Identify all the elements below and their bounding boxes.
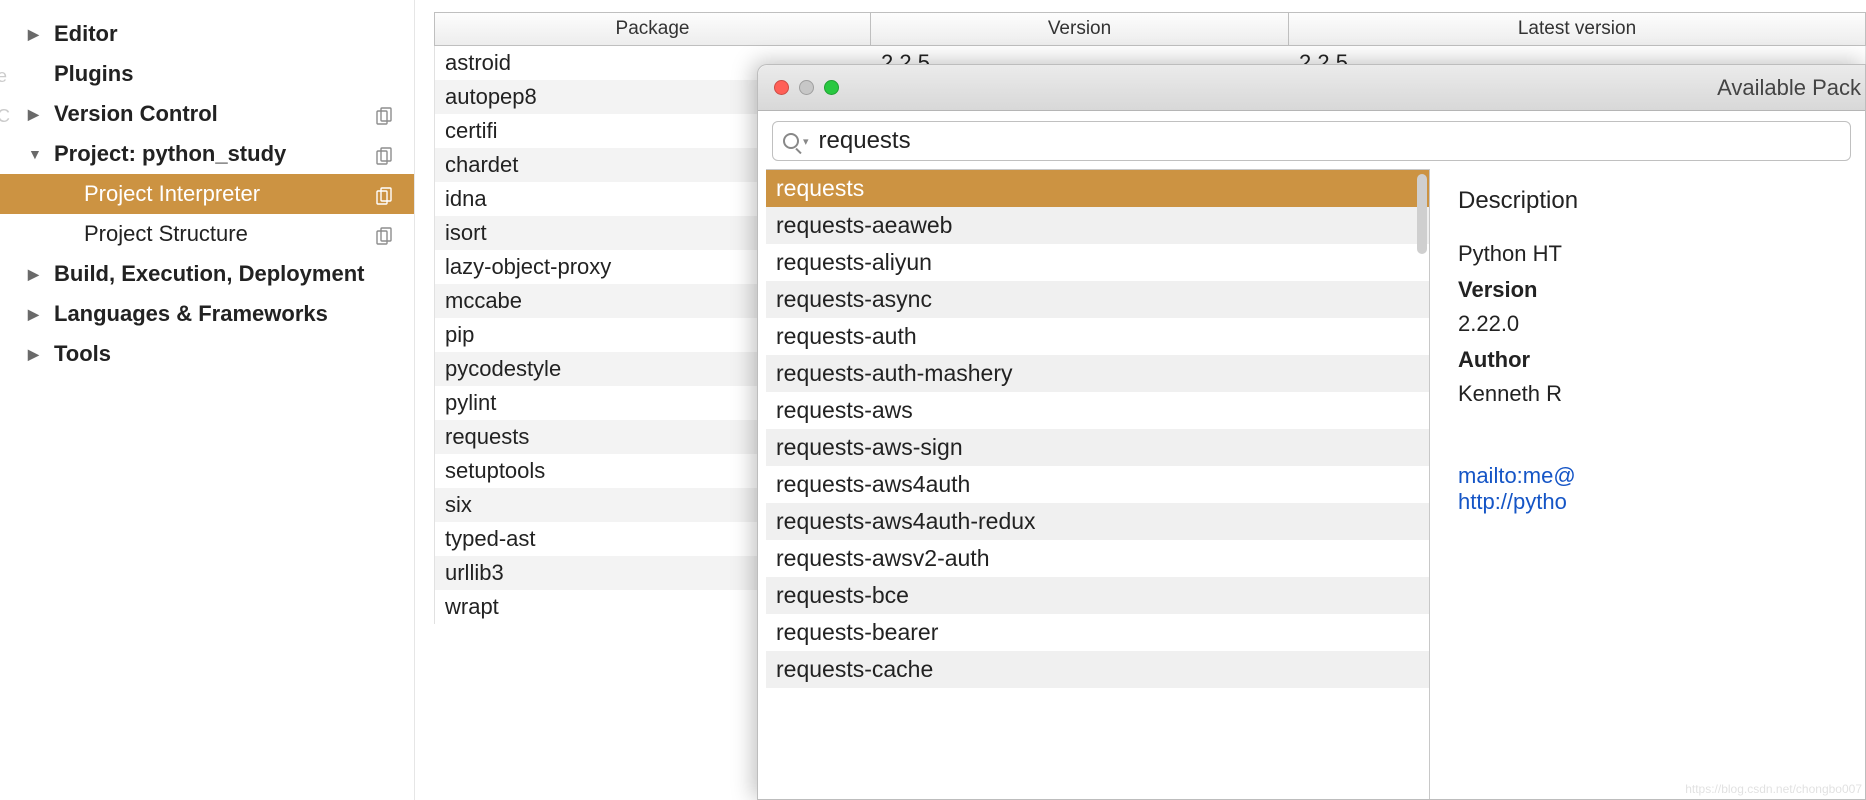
window-zoom-button[interactable] <box>824 80 839 95</box>
package-search-field[interactable]: ▾ <box>772 121 1851 161</box>
window-close-button[interactable] <box>774 80 789 95</box>
result-item[interactable]: requests-bce <box>766 577 1429 614</box>
col-package[interactable]: Package <box>435 13 871 45</box>
available-packages-window: Available Pack ▾ requestsrequests-aeaweb… <box>757 64 1866 800</box>
copy-profile-icon <box>376 145 392 163</box>
sidebar-item-label: Languages & Frameworks <box>54 301 328 327</box>
result-item[interactable]: requests-aws4auth-redux <box>766 503 1429 540</box>
table-header: Package Version Latest version <box>434 12 1866 46</box>
sidebar-item-plugins[interactable]: Plugins <box>0 54 414 94</box>
search-icon <box>783 133 799 149</box>
sidebar-item-editor[interactable]: ▶ Editor <box>0 14 414 54</box>
window-minimize-button[interactable] <box>799 80 814 95</box>
package-description: Python HT <box>1458 241 1865 267</box>
result-item[interactable]: requests <box>766 170 1429 207</box>
sidebar-item-label: Plugins <box>54 61 133 87</box>
window-titlebar[interactable]: Available Pack <box>758 65 1865 111</box>
result-item[interactable]: requests-aliyun <box>766 244 1429 281</box>
chevron-right-icon: ▶ <box>28 306 40 323</box>
chevron-right-icon: ▶ <box>28 266 40 283</box>
result-item[interactable]: requests-cache <box>766 651 1429 688</box>
search-options-dropdown-icon[interactable]: ▾ <box>803 135 809 148</box>
sidebar-item-tools[interactable]: ▶ Tools <box>0 334 414 374</box>
col-version[interactable]: Version <box>871 13 1289 45</box>
chevron-right-icon: ▶ <box>28 26 40 43</box>
description-heading: Description <box>1458 187 1865 215</box>
result-item[interactable]: requests-bearer <box>766 614 1429 651</box>
sidebar-item-label: Tools <box>54 341 111 367</box>
chevron-right-icon: ▶ <box>28 346 40 363</box>
package-version: 2.22.0 <box>1458 311 1865 337</box>
search-input[interactable] <box>819 127 1840 155</box>
window-title: Available Pack <box>1717 75 1861 101</box>
settings-tree: ▶ Editor Plugins ▶ Version Control ▼ Project: … <box>0 0 414 374</box>
result-item[interactable]: requests-auth <box>766 318 1429 355</box>
author-label: Author <box>1458 347 1865 373</box>
version-label: Version <box>1458 277 1865 303</box>
chevron-down-icon: ▼ <box>28 146 40 162</box>
result-item[interactable]: requests-aws4auth <box>766 466 1429 503</box>
sidebar-item-project-interpreter[interactable]: Project Interpreter <box>0 174 414 214</box>
sidebar-item-version-control[interactable]: ▶ Version Control <box>0 94 414 134</box>
copy-profile-icon <box>376 225 392 243</box>
result-item[interactable]: requests-auth-mashery <box>766 355 1429 392</box>
col-latest[interactable]: Latest version <box>1289 13 1865 45</box>
scrollbar[interactable] <box>1417 174 1427 254</box>
sidebar-item-label: Build, Execution, Deployment <box>54 261 364 287</box>
result-item[interactable]: requests-aws-sign <box>766 429 1429 466</box>
result-item[interactable]: requests-aeaweb <box>766 207 1429 244</box>
sidebar-item-project-structure[interactable]: Project Structure <box>0 214 414 254</box>
copy-profile-icon <box>376 105 392 123</box>
copy-profile-icon <box>376 185 392 203</box>
result-item[interactable]: requests-async <box>766 281 1429 318</box>
sidebar-item-languages-frameworks[interactable]: ▶ Languages & Frameworks <box>0 294 414 334</box>
sidebar-item-label: Project Interpreter <box>84 181 260 207</box>
chevron-right-icon: ▶ <box>28 106 40 123</box>
sidebar-item-label: Project: python_study <box>54 141 286 167</box>
result-item[interactable]: requests-awsv2-auth <box>766 540 1429 577</box>
result-item[interactable]: requests-aws <box>766 392 1429 429</box>
sidebar-item-project-python-study[interactable]: ▼ Project: python_study <box>0 134 414 174</box>
search-results-list[interactable]: requestsrequests-aeawebrequests-aliyunre… <box>766 169 1430 799</box>
package-author: Kenneth R <box>1458 381 1865 407</box>
package-details-panel: Description Python HT Version 2.22.0 Aut… <box>1430 169 1865 799</box>
settings-sidebar: eCa ▶EditorPlugins▶Version Control▼Proje… <box>0 0 415 800</box>
sidebar-item-build-execution-deployment[interactable]: ▶ Build, Execution, Deployment <box>0 254 414 294</box>
package-site-link[interactable]: http://pytho <box>1458 489 1865 515</box>
watermark: https://blog.csdn.net/chongbo007 <box>1685 782 1862 796</box>
package-mail-link[interactable]: mailto:me@ <box>1458 463 1865 489</box>
sidebar-item-label: Editor <box>54 21 118 47</box>
sidebar-item-label: Version Control <box>54 101 218 127</box>
sidebar-item-label: Project Structure <box>84 221 248 247</box>
